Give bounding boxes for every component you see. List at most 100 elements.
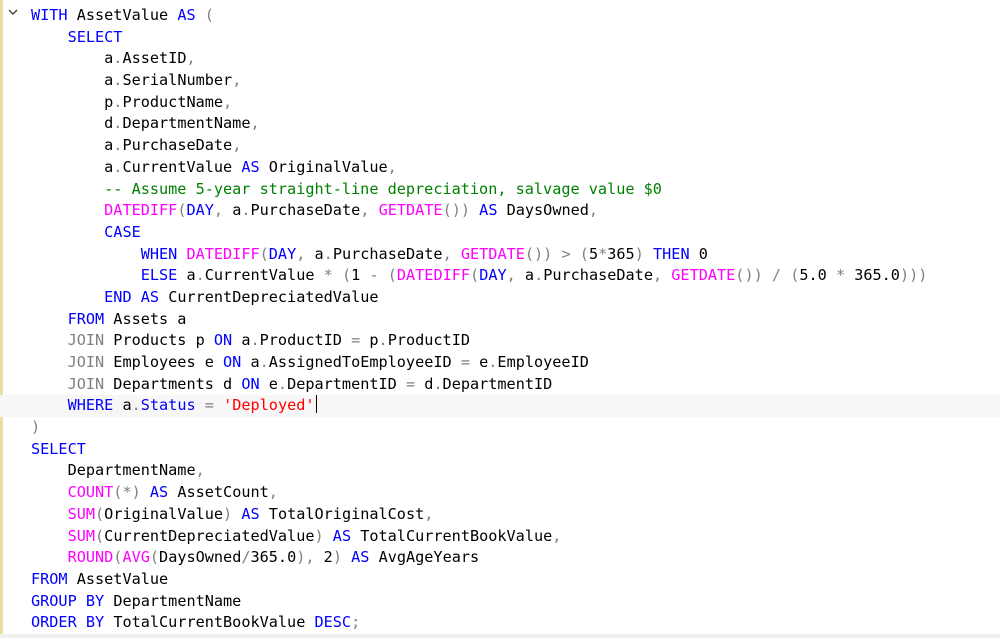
code-line[interactable]: JOIN Products p ON a.ProductID = p.Produ… [31,330,1000,352]
code-line[interactable]: a.PurchaseDate, [31,135,1000,157]
identifier-token: e [469,353,489,371]
code-line[interactable]: WITH AssetValue AS ( [31,5,1000,27]
identifier-token: DepartmentName [104,591,242,610]
identifier-token: ProductID [259,331,352,350]
keyword-token: CASE [104,222,141,241]
keyword-token: ON [241,374,260,393]
code-line[interactable]: FROM Assets a [31,309,1000,331]
identifier-token: a [31,71,114,90]
identifier-token: 1 [351,266,370,285]
current-code-line[interactable]: WHERE a.Status = 'Deployed' [0,395,1000,418]
code-line[interactable]: p.ProductName, [31,92,1000,114]
comment-token: -- Assume 5-year straight-line depreciat… [104,179,662,198]
operator-token: ( [259,244,269,263]
keyword-token: GROUP [31,591,77,610]
operator-token: , [506,266,516,285]
identifier-token [31,245,141,263]
identifier-token: a [305,244,324,263]
keyword-token: DAY [479,266,507,285]
code-line[interactable]: COUNT(*) AS AssetCount, [31,482,1000,504]
code-area[interactable]: WITH AssetValue AS ( SELECT a.AssetID, a… [0,5,1000,634]
identifier-token: a [113,396,132,415]
identifier-token [31,548,68,566]
identifier-token: AssetValue [67,6,178,24]
identifier-token: ProductID [387,331,470,350]
identifier-token: a [177,266,196,285]
operator-token: = [460,353,470,371]
code-line[interactable]: FROM AssetValue [31,569,1000,591]
operator-token: . [259,353,269,371]
code-line[interactable]: ) [31,417,1000,439]
operator-token: ) [314,526,324,545]
code-line[interactable]: -- Assume 5-year straight-line depreciat… [31,179,1000,201]
code-line[interactable]: ROUND(AVG(DaysOwned/365.0), 2) AS AvgAge… [31,547,1000,569]
code-line[interactable]: JOIN Employees e ON a.AssignedToEmployee… [31,352,1000,374]
identifier-token [31,375,68,393]
identifier-token [31,223,104,241]
operator-token: , [213,201,224,220]
identifier-token: AssetCount [168,483,269,502]
identifier-token [132,288,141,306]
identifier-token: DaysOwned [497,201,589,220]
code-line[interactable]: WHEN DATEDIFF(DAY, a.PurchaseDate, GETDA… [31,244,1000,266]
operator-token: * [323,266,333,285]
identifier-token [781,266,790,284]
sql-code-editor[interactable]: WITH AssetValue AS ( SELECT a.AssetID, a… [0,0,1000,638]
operator-token: * [835,266,846,285]
operator-token: ( [204,6,214,24]
identifier-token [763,266,772,284]
identifier-token [214,396,223,414]
function-token: GETDATE [378,201,443,220]
identifier-token [31,396,68,414]
horizontal-scrollbar[interactable] [0,634,1000,638]
operator-token: > [561,244,571,263]
code-line[interactable]: CASE [31,222,1000,244]
identifier-token [324,527,333,545]
identifier-token: Products p [104,331,214,350]
function-token: DATEDIFF [104,201,178,220]
keyword-token: AS [351,548,370,567]
identifier-token: DaysOwned [159,548,242,567]
code-line[interactable]: SELECT [31,27,1000,49]
keyword-token: DAY [186,201,214,220]
code-line[interactable]: DATEDIFF(DAY, a.PurchaseDate, GETDATE())… [31,200,1000,222]
code-line[interactable]: d.DepartmentName, [31,113,1000,135]
keyword-token: DESC [314,613,352,632]
function-token: COUNT [67,483,114,502]
keyword-token: BY [85,591,105,610]
operator-token: (*) [113,483,141,502]
identifier-token [141,483,150,501]
code-line[interactable]: ORDER BY TotalCurrentBookValue DESC; [31,612,1000,634]
function-token: GETDATE [671,266,736,285]
code-line[interactable]: SUM(OriginalValue) AS TotalOriginalCost, [31,504,1000,526]
keyword-token: WHEN [140,244,178,263]
identifier-token: ProductName [122,92,224,111]
code-line[interactable]: a.AssetID, [31,48,1000,70]
identifier-token [232,505,241,523]
operator-token: = [204,396,214,415]
code-line[interactable]: END AS CurrentDepreciatedValue [31,287,1000,309]
code-line[interactable]: GROUP BY DepartmentName [31,591,1000,613]
operator-token: , [186,49,196,68]
operator-token: , [387,157,397,176]
code-line[interactable]: DepartmentName, [31,460,1000,482]
identifier-token: a [223,201,242,220]
identifier-token: DepartmentID [442,374,553,393]
identifier-token: CurrentDepreciatedValue [104,526,315,545]
function-token: ROUND [67,548,114,567]
identifier-token [31,180,104,198]
code-line[interactable]: JOIN Departments d ON e.DepartmentID = d… [31,374,1000,396]
code-line[interactable]: a.SerialNumber, [31,70,1000,92]
keyword-token: FROM [67,309,105,328]
code-line[interactable]: SUM(CurrentDepreciatedValue) AS TotalCur… [31,526,1000,548]
function-token: SUM [67,504,96,523]
operator-token: ( [95,526,105,545]
operator-token: ( [149,548,160,567]
code-line[interactable]: SELECT [31,439,1000,461]
identifier-token [196,396,205,414]
keyword-token: WITH [31,6,68,24]
function-token: DATEDIFF [396,266,471,285]
code-line[interactable]: ELSE a.CurrentValue * (1 - (DATEDIFF(DAY… [31,265,1000,287]
code-line[interactable]: a.CurrentValue AS OriginalValue, [31,157,1000,179]
chevron-down-icon[interactable] [6,6,20,20]
